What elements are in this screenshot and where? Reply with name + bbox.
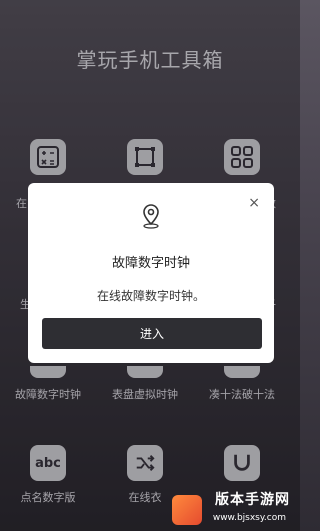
dialog-description: 在线故障数字时钟。	[96, 289, 205, 303]
watermark-logo	[172, 495, 202, 525]
dialog-title: 故障数字时钟	[111, 256, 190, 271]
location-pin-icon	[140, 203, 162, 229]
watermark-url: www.bjsxsy.com	[212, 513, 286, 523]
close-icon[interactable]: ×	[248, 195, 260, 211]
enter-button[interactable]: 进入	[42, 318, 262, 349]
tool-dialog: × 故障数字时钟 在线故障数字时钟。 进入	[28, 183, 274, 363]
watermark-text: 版本手游网	[215, 492, 290, 508]
